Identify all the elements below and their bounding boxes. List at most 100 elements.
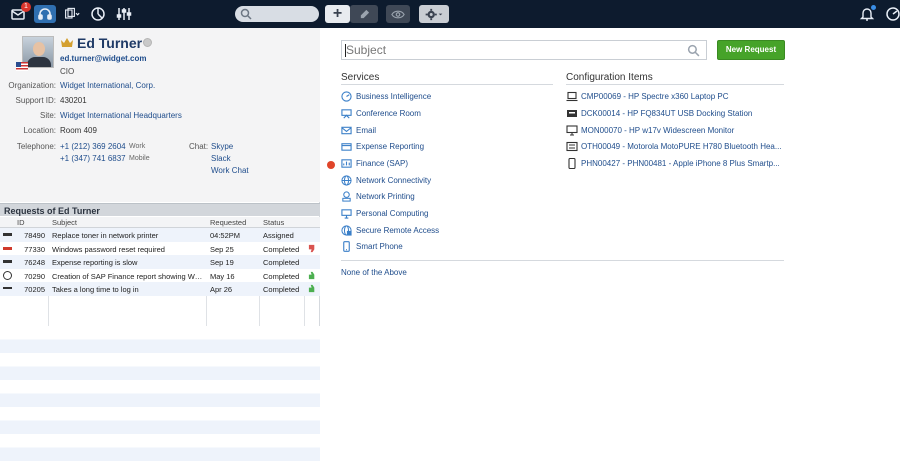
customer-email[interactable]: ed.turner@widget.com: [60, 54, 146, 63]
add-button[interactable]: +: [325, 5, 350, 23]
configuration-items-heading: Configuration Items: [566, 72, 653, 83]
global-search-input[interactable]: [235, 6, 319, 22]
expense-icon: [341, 143, 352, 151]
search-icon[interactable]: [687, 44, 700, 57]
speedometer-icon: [341, 91, 352, 102]
service-label: Personal Computing: [356, 209, 429, 218]
work-phone-link[interactable]: +1 (212) 369 2604: [60, 142, 126, 151]
request-status: Completed: [263, 244, 300, 254]
alert-indicator: [327, 161, 335, 169]
request-date: Apr 26: [210, 285, 233, 294]
site-row: Site: Widget International Headquarters: [0, 111, 320, 123]
table-row[interactable]: 77330 Windows password reset required Se…: [0, 241, 320, 255]
priority-low-icon: [3, 287, 12, 289]
request-subject[interactable]: Replace toner in network printer: [52, 231, 204, 240]
column-header-subject[interactable]: Subject: [52, 218, 77, 227]
service-label: Conference Room: [356, 109, 421, 118]
inbox-icon[interactable]: 1: [9, 2, 31, 23]
telephone-row: Telephone: +1 (212) 369 2604 Work Chat: …: [0, 142, 320, 154]
phone-icon: [343, 241, 350, 252]
settings-sliders-icon[interactable]: [115, 5, 133, 23]
thumbs-up-icon: [308, 271, 315, 279]
empty-table-rows: [0, 326, 320, 470]
new-request-panel: Subject New Request Services Configurati…: [321, 28, 900, 470]
notifications-bell-icon[interactable]: [858, 5, 876, 23]
table-row[interactable]: 76248 Expense reporting is slow Sep 19 C…: [0, 255, 320, 269]
site-link[interactable]: Widget International Headquarters: [60, 111, 182, 120]
customer-panel: Ed Turner ed.turner@widget.com CIO Organ…: [0, 28, 320, 470]
organization-link[interactable]: Widget International, Corp.: [60, 81, 155, 90]
performance-gauge-icon[interactable]: [884, 5, 900, 23]
subject-input[interactable]: Subject: [341, 40, 707, 60]
location-value: Room 409: [60, 126, 97, 135]
config-item-label: DCK00014 - HP FQ834UT USB Docking Statio…: [581, 109, 753, 118]
vip-crown-icon: [61, 38, 73, 47]
service-label: Secure Remote Access: [356, 226, 440, 235]
location-row: Location: Room 409: [0, 126, 320, 138]
thumbs-up-icon: [308, 284, 315, 293]
column-header-status[interactable]: Status: [263, 218, 284, 227]
organization-row: Organization: Widget International, Corp…: [0, 81, 320, 93]
chat-row-3: Work Chat: [0, 166, 320, 178]
requests-table: ID Subject Requested Status 78490 Replac…: [0, 217, 320, 296]
us-flag-icon: [16, 62, 28, 71]
request-subject[interactable]: Creation of SAP Finance report showing W…: [52, 272, 204, 281]
column-header-requested[interactable]: Requested: [210, 218, 246, 227]
phone-icon: [568, 158, 576, 169]
gear-dropdown-icon[interactable]: [419, 5, 449, 23]
chat-slack-link[interactable]: Slack: [211, 154, 231, 163]
site-label: Site:: [39, 111, 56, 120]
customer-name[interactable]: Ed Turner: [77, 35, 142, 51]
laptop-icon: [566, 91, 578, 102]
priority-normal-icon: [3, 233, 12, 236]
edit-pencil-icon[interactable]: [350, 5, 378, 23]
secure-globe-icon: [341, 225, 352, 236]
chat-label: Chat:: [189, 142, 209, 151]
email-icon: [341, 126, 352, 135]
config-item-label: CMP00069 - HP Spectre x360 Laptop PC: [581, 92, 729, 101]
headset-icon[interactable]: [34, 5, 56, 23]
priority-high-icon: [3, 246, 12, 250]
mobile-phone-link[interactable]: +1 (347) 741 6837: [60, 154, 126, 163]
table-row[interactable]: 70290 Creation of SAP Finance report sho…: [0, 268, 320, 282]
requests-panel-title: Requests of Ed Turner: [0, 203, 320, 216]
location-label: Location:: [23, 126, 56, 135]
request-id: 77330: [24, 244, 45, 254]
new-request-button[interactable]: New Request: [717, 40, 785, 60]
request-subject[interactable]: Takes a long time to log in: [52, 285, 204, 294]
documents-dropdown-icon[interactable]: [61, 5, 83, 23]
config-item-label: MON00070 - HP w17v Widescreen Monitor: [581, 126, 735, 135]
mobile-phone-row: +1 (347) 741 6837 Mobile Slack: [0, 154, 320, 166]
chat-skype-link[interactable]: Skype: [211, 142, 233, 151]
none-of-the-above-link[interactable]: None of the Above: [341, 268, 407, 277]
watch-eye-icon[interactable]: [386, 5, 410, 23]
request-subject[interactable]: Windows password reset required: [52, 245, 204, 254]
table-row[interactable]: 78490 Replace toner in network printer 0…: [0, 228, 320, 242]
config-item-label: OTH00049 - Motorola MotoPURE H780 Blueto…: [581, 142, 782, 151]
request-status: Assigned: [263, 231, 294, 240]
request-id: 78490: [24, 231, 45, 240]
dashboard-icon[interactable]: [89, 5, 107, 23]
top-navigation-bar: 1 +: [0, 0, 900, 28]
docking-station-icon: [567, 110, 577, 117]
conference-icon: [341, 109, 352, 119]
support-id-value: 430201: [60, 96, 87, 105]
priority-blocked-icon: [3, 270, 12, 280]
services-heading: Services: [341, 72, 380, 83]
request-id: 76248: [24, 258, 45, 267]
request-date: 04:52PM: [210, 231, 241, 240]
monitor-icon: [566, 125, 578, 136]
request-status: Completed: [263, 285, 300, 294]
request-date: Sep 19: [210, 258, 234, 267]
table-row[interactable]: 70205 Takes a long time to log in Apr 26…: [0, 282, 320, 296]
notification-indicator: [871, 5, 876, 10]
column-header-id[interactable]: ID: [17, 218, 25, 227]
service-label: Network Connectivity: [356, 176, 432, 185]
inbox-count-badge: 1: [21, 2, 31, 12]
request-id: 70290: [24, 271, 45, 281]
customer-profile: Ed Turner ed.turner@widget.com CIO Organ…: [0, 28, 320, 202]
chat-workchat-link[interactable]: Work Chat: [211, 166, 249, 175]
request-subject[interactable]: Expense reporting is slow: [52, 258, 204, 267]
device-icon: [566, 141, 578, 152]
request-date: May 16: [210, 271, 235, 281]
